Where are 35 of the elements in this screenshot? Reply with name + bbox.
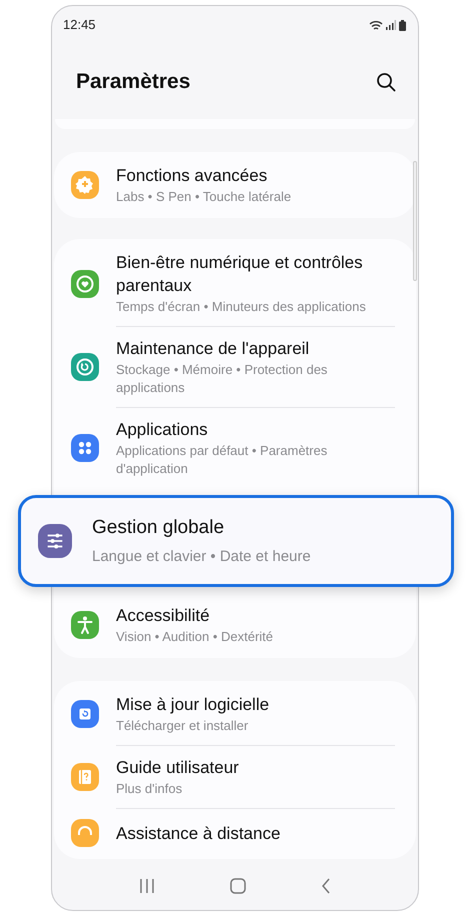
settings-item[interactable]: Guide utilisateur Plus d'infos — [54, 746, 416, 808]
recents-icon[interactable] — [139, 878, 156, 892]
item-title: Bien-être numérique et contrôles parentaux — [116, 252, 364, 297]
settings-item[interactable]: Applications Applications par défaut • Paramètres d'application — [54, 408, 416, 488]
back-icon[interactable] — [320, 878, 331, 894]
item-title: Maintenance de l'appareil — [116, 338, 310, 360]
item-title: Fonctions avancées — [116, 165, 268, 187]
item-subtitle: Langue et clavier • Date et heure — [92, 547, 311, 567]
settings-item[interactable]: Bien-être numérique et contrôles parentaux Temps d'écran • Minuteurs des applications — [54, 241, 416, 326]
item-subtitle: Plus d'infos — [116, 780, 184, 798]
item-subtitle: Télécharger et installer — [116, 717, 250, 735]
item-title: Applications — [116, 419, 209, 441]
page-title: Paramètres — [76, 68, 190, 95]
item-title: Assistance à distance — [116, 822, 280, 844]
item-title: Guide utilisateur — [116, 757, 239, 779]
settings-item[interactable]: Maintenance de l'appareil Stockage • Mémoire • Protection des applications — [54, 327, 416, 407]
item-subtitle: Stockage • Mémoire • Protection des applications — [116, 361, 328, 397]
signal-icon — [386, 20, 396, 30]
item-title: Mise à jour logicielle — [116, 694, 270, 716]
wifi-icon — [369, 20, 383, 30]
search-icon[interactable] — [376, 72, 396, 92]
item-subtitle: Vision • Audition • Dextérité — [116, 628, 274, 646]
settings-item[interactable]: Mise à jour logicielle Télécharger et installer — [54, 683, 416, 745]
item-subtitle: Temps d'écran • Minuteurs des applications — [116, 298, 367, 316]
status-time: 12:45 — [63, 16, 96, 34]
item-title: Accessibilité — [116, 605, 211, 627]
battery-icon — [399, 20, 406, 30]
settings-item[interactable]: Gestion globale Langue et clavier • Date et heure — [18, 495, 454, 587]
item-subtitle: Labs • S Pen • Touche latérale — [116, 188, 292, 206]
settings-item[interactable]: Accessibilité Vision • Audition • Dextérité — [54, 594, 416, 656]
item-subtitle: Applications par défaut • Paramètres d'application — [116, 442, 328, 478]
item-title: Gestion globale — [92, 516, 226, 540]
settings-item[interactable]: Fonctions avancées Labs • S Pen • Touche latérale — [54, 154, 416, 216]
settings-item[interactable]: Assistance à distance — [54, 809, 416, 857]
home-icon[interactable] — [230, 878, 246, 894]
